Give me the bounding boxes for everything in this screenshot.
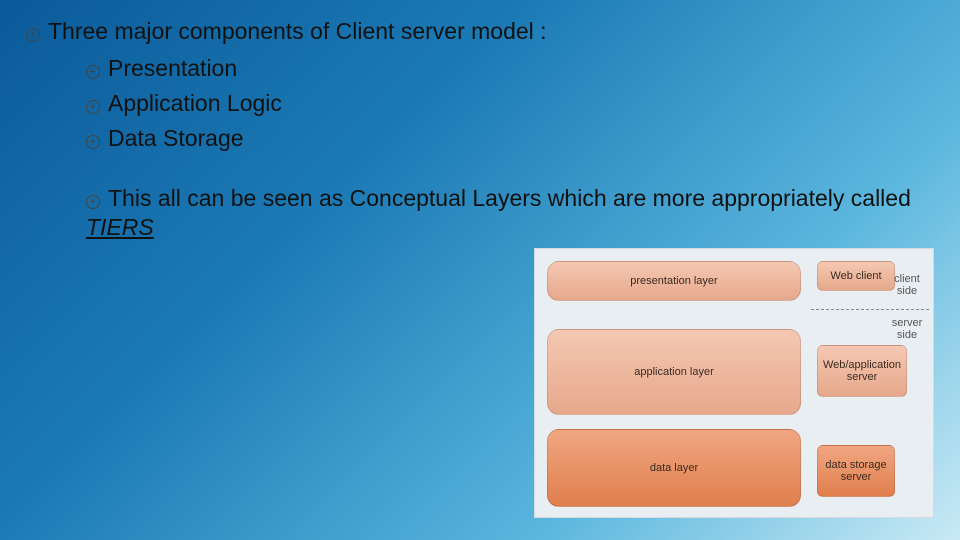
presentation-layer: presentation layer — [547, 261, 801, 301]
label: presentation layer — [630, 275, 717, 287]
label: data layer — [650, 462, 698, 474]
list-item: + Application Logic — [86, 90, 920, 117]
item-text: Data Storage — [108, 125, 244, 151]
tiers-diagram: presentation layer application layer dat… — [534, 248, 934, 518]
bullet-icon: + — [86, 135, 100, 149]
label: Web/application server — [822, 359, 902, 383]
heading-text: Three major components of Client server … — [48, 18, 547, 44]
bullet-icon: + — [26, 28, 40, 42]
para-text: This all can be seen as Conceptual Layer… — [108, 185, 911, 211]
label: application layer — [634, 366, 714, 378]
paragraph: + This all can be seen as Conceptual Laye… — [86, 184, 916, 242]
list-item: + Presentation — [86, 55, 920, 82]
item-text: Application Logic — [108, 90, 282, 116]
list-item: + Data Storage — [86, 125, 920, 152]
web-app-server-box: Web/application server — [817, 345, 907, 397]
application-layer: application layer — [547, 329, 801, 415]
label: Web client — [830, 270, 881, 282]
data-storage-server-box: data storage server — [817, 445, 895, 497]
client-side-annot: client side — [887, 273, 927, 297]
data-layer: data layer — [547, 429, 801, 507]
bullet-icon: + — [86, 195, 100, 209]
server-side-annot: server side — [887, 317, 927, 341]
client-server-divider — [811, 309, 929, 310]
tiers-word: TIERS — [86, 214, 154, 240]
bullet-icon: + — [86, 100, 100, 114]
web-client-box: Web client — [817, 261, 895, 291]
main-heading: + Three major components of Client server… — [26, 18, 920, 45]
bullet-icon: + — [86, 65, 100, 79]
item-text: Presentation — [108, 55, 237, 81]
label: data storage server — [822, 459, 890, 483]
